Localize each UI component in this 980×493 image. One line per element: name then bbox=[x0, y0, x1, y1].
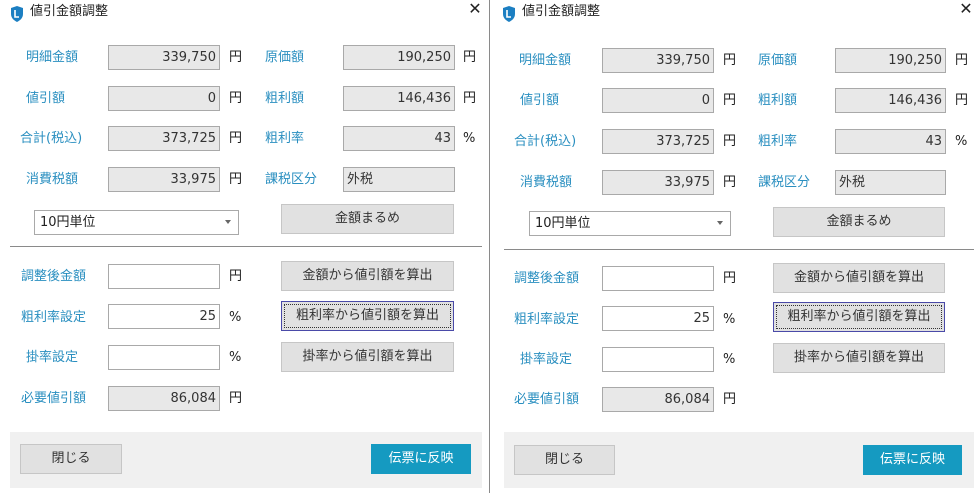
chevron-down-icon bbox=[717, 221, 723, 225]
rounding-unit-select[interactable]: 10円単位 bbox=[529, 211, 731, 236]
meisai-unit: 円 bbox=[229, 50, 243, 65]
arari-unit: 円 bbox=[463, 91, 477, 106]
meisai-label: 明細金額 bbox=[519, 53, 572, 68]
chosei-unit: 円 bbox=[229, 269, 243, 284]
hitsuyo-unit: 円 bbox=[723, 392, 737, 407]
shohizei-amount-field: 33,975 bbox=[602, 170, 714, 195]
arari-unit: 円 bbox=[955, 93, 969, 108]
genka-amount-field: 190,250 bbox=[835, 48, 946, 73]
kazei-kubun-field: 外税 bbox=[835, 170, 946, 195]
shohizei-unit: 円 bbox=[229, 172, 243, 187]
meisai-unit: 円 bbox=[723, 53, 737, 68]
required-discount-field: 86,084 bbox=[602, 387, 714, 412]
kazei-label: 課税区分 bbox=[265, 172, 318, 187]
arari-rate-input[interactable]: 25 bbox=[108, 304, 220, 329]
kakeritsu-input[interactable] bbox=[108, 345, 220, 370]
calc-from-kakeritsu-button[interactable]: 掛率から値引額を算出 bbox=[773, 343, 945, 373]
kakeritsu-label: 掛率設定 bbox=[520, 352, 573, 367]
gokei-amount-field: 373,725 bbox=[108, 126, 220, 151]
gokei-amount-field: 373,725 bbox=[602, 129, 714, 154]
calc-from-amount-button[interactable]: 金額から値引額を算出 bbox=[281, 261, 454, 291]
gokei-unit: 円 bbox=[229, 131, 243, 146]
rounding-unit-select[interactable]: 10円単位 bbox=[34, 210, 239, 235]
arari-amount-field: 146,436 bbox=[835, 88, 946, 113]
chosei-unit: 円 bbox=[723, 271, 737, 286]
gokei-label: 合計(税込) bbox=[20, 131, 83, 146]
calc-from-arari-button[interactable]: 粗利率から値引額を算出 bbox=[773, 302, 945, 332]
section-divider bbox=[10, 246, 482, 247]
arari-rate-unit: % bbox=[463, 131, 476, 146]
arari-rate-label: 粗利率 bbox=[265, 131, 305, 146]
genka-label: 原価額 bbox=[265, 50, 305, 65]
close-icon[interactable]: ✕ bbox=[958, 1, 974, 17]
shohizei-label: 消費税額 bbox=[520, 175, 573, 190]
rounding-unit-value: 10円単位 bbox=[535, 216, 591, 231]
nebiki-amount-field: 0 bbox=[108, 86, 220, 111]
arari-amount-field: 146,436 bbox=[343, 86, 455, 111]
dialog-title: 値引金額調整 bbox=[30, 4, 109, 19]
round-amount-button[interactable]: 金額まるめ bbox=[281, 204, 454, 234]
chosei-label: 調整後金額 bbox=[21, 269, 87, 284]
kazei-label: 課税区分 bbox=[758, 175, 811, 190]
arari-setting-unit: % bbox=[723, 312, 736, 327]
discount-adjust-dialog-left: 値引金額調整 ✕ 明細金額 339,750 円 原価額 190,250 円 値引… bbox=[0, 0, 490, 493]
arari-rate-unit: % bbox=[955, 134, 968, 149]
adjusted-amount-input[interactable] bbox=[108, 264, 220, 289]
shohizei-label: 消費税額 bbox=[26, 172, 79, 187]
meisai-label: 明細金額 bbox=[26, 50, 79, 65]
rounding-unit-value: 10円単位 bbox=[40, 215, 96, 230]
nebiki-unit: 円 bbox=[723, 93, 737, 108]
kakeritsu-unit: % bbox=[723, 352, 736, 367]
nebiki-unit: 円 bbox=[229, 91, 243, 106]
arari-setting-label: 粗利率設定 bbox=[514, 312, 580, 327]
kakeritsu-input[interactable] bbox=[602, 347, 714, 372]
arari-label: 粗利額 bbox=[265, 91, 305, 106]
hitsuyo-label: 必要値引額 bbox=[514, 392, 580, 407]
app-shield-icon bbox=[11, 6, 23, 22]
close-icon[interactable]: ✕ bbox=[467, 1, 483, 17]
calc-from-amount-button[interactable]: 金額から値引額を算出 bbox=[773, 263, 945, 293]
kazei-kubun-field: 外税 bbox=[343, 167, 455, 192]
hitsuyo-label: 必要値引額 bbox=[21, 391, 87, 406]
gokei-label: 合計(税込) bbox=[514, 134, 577, 149]
nebiki-label: 値引額 bbox=[26, 91, 66, 106]
shohizei-amount-field: 33,975 bbox=[108, 167, 220, 192]
nebiki-amount-field: 0 bbox=[602, 88, 714, 113]
genka-unit: 円 bbox=[463, 50, 477, 65]
dialog-title: 値引金額調整 bbox=[522, 4, 601, 19]
nebiki-label: 値引額 bbox=[520, 93, 560, 108]
required-discount-field: 86,084 bbox=[108, 386, 220, 411]
arari-rate-label: 粗利率 bbox=[758, 134, 798, 149]
apply-to-slip-button[interactable]: 伝票に反映 bbox=[863, 445, 962, 475]
round-amount-button[interactable]: 金額まるめ bbox=[773, 207, 945, 237]
arari-rate-input[interactable]: 25 bbox=[602, 306, 714, 331]
gokei-unit: 円 bbox=[723, 134, 737, 149]
kakeritsu-unit: % bbox=[229, 350, 242, 365]
chosei-label: 調整後金額 bbox=[514, 271, 580, 286]
genka-amount-field: 190,250 bbox=[343, 45, 455, 70]
adjusted-amount-input[interactable] bbox=[602, 266, 714, 291]
shohizei-unit: 円 bbox=[723, 175, 737, 190]
calc-from-arari-button[interactable]: 粗利率から値引額を算出 bbox=[281, 301, 454, 331]
discount-adjust-dialog-right: 値引金額調整 ✕ 明細金額 339,750 円 原価額 190,250 円 値引… bbox=[492, 0, 980, 493]
arari-setting-label: 粗利率設定 bbox=[21, 310, 87, 325]
app-shield-icon bbox=[503, 6, 515, 22]
arari-rate-field: 43 bbox=[343, 126, 455, 151]
genka-label: 原価額 bbox=[758, 53, 798, 68]
close-button[interactable]: 閉じる bbox=[514, 445, 615, 475]
kakeritsu-label: 掛率設定 bbox=[26, 350, 79, 365]
section-divider bbox=[504, 249, 974, 250]
arari-label: 粗利額 bbox=[758, 93, 798, 108]
calc-from-kakeritsu-button[interactable]: 掛率から値引額を算出 bbox=[281, 342, 454, 372]
meisai-amount-field: 339,750 bbox=[602, 48, 714, 73]
chevron-down-icon bbox=[225, 220, 231, 224]
hitsuyo-unit: 円 bbox=[229, 391, 243, 406]
arari-setting-unit: % bbox=[229, 310, 242, 325]
genka-unit: 円 bbox=[955, 53, 969, 68]
arari-rate-field: 43 bbox=[835, 129, 946, 154]
close-button[interactable]: 閉じる bbox=[20, 444, 122, 474]
meisai-amount-field: 339,750 bbox=[108, 45, 220, 70]
apply-to-slip-button[interactable]: 伝票に反映 bbox=[371, 444, 471, 474]
